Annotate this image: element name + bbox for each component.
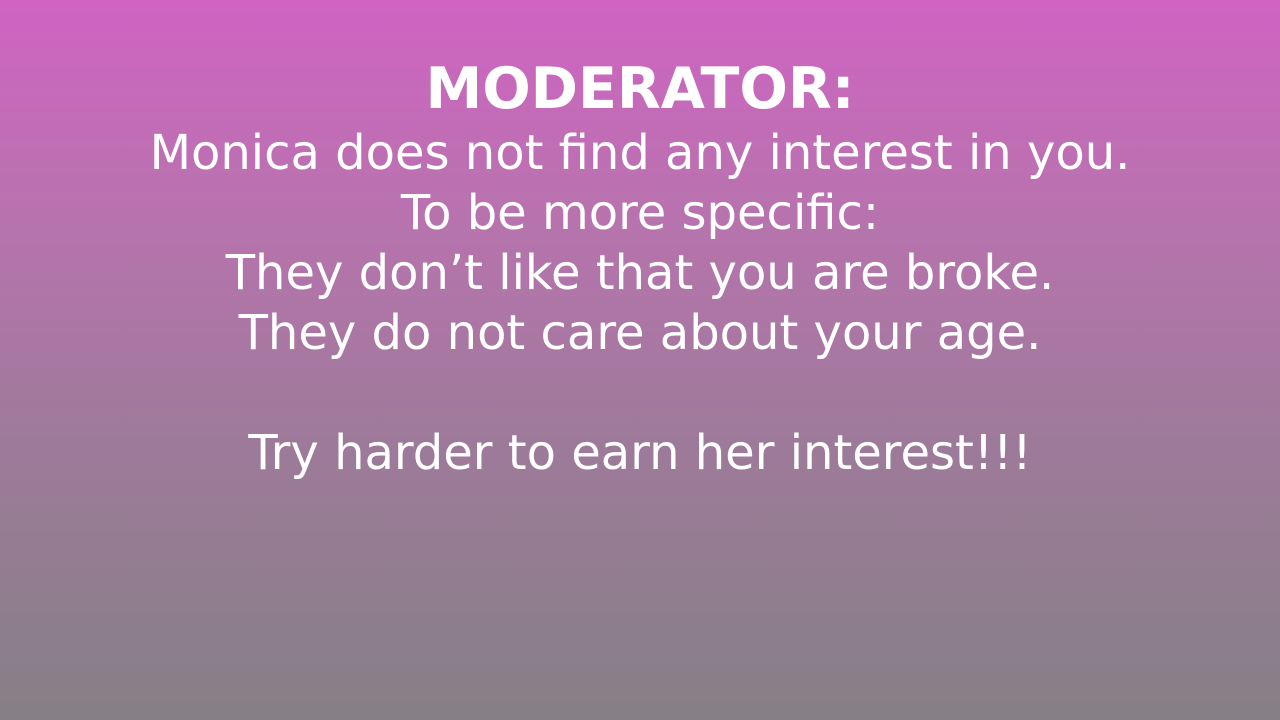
- closing-line: Try harder to earn her interest!!!: [248, 425, 1032, 481]
- message-line-3: They don’t like that you are broke.: [225, 245, 1055, 301]
- message-line-1: Monica does not find any interest in you…: [149, 125, 1131, 181]
- moderator-heading: MODERATOR:: [425, 56, 855, 122]
- slide-content: MODERATOR: Monica does not find any inte…: [0, 55, 1280, 483]
- slide: MODERATOR: Monica does not find any inte…: [0, 0, 1280, 720]
- message-line-2: To be more specific:: [400, 185, 880, 241]
- message-line-4: They do not care about your age.: [238, 305, 1042, 361]
